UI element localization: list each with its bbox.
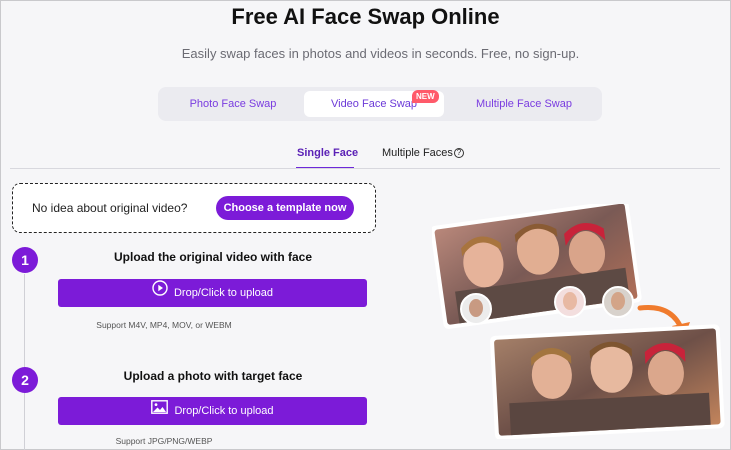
upload-video-button[interactable]: Drop/Click to upload xyxy=(58,279,367,307)
tab-photo-face-swap[interactable]: Photo Face Swap xyxy=(168,91,298,117)
choose-template-button[interactable]: Choose a template now xyxy=(216,196,354,220)
tab-multiple-faces[interactable]: Multiple Faces? xyxy=(382,147,464,159)
tab-multiple-faces-label: Multiple Faces xyxy=(382,147,453,159)
step-title-2: Upload a photo with target face xyxy=(123,369,303,383)
step-number-2: 2 xyxy=(12,367,38,393)
step-number-1: 1 xyxy=(12,247,38,273)
image-icon xyxy=(151,397,169,425)
step-title-1: Upload the original video with face xyxy=(113,250,313,264)
mode-tab-bar: Photo Face Swap Video Face Swap NEW Mult… xyxy=(158,87,602,121)
upload-video-label: Drop/Click to upload xyxy=(173,287,274,299)
play-circle-icon xyxy=(152,279,168,307)
swapped-photo-card xyxy=(490,324,725,440)
page-title: Free AI Face Swap Online xyxy=(231,4,500,29)
page-subtitle: Easily swap faces in photos and videos i… xyxy=(181,46,580,61)
tab-multiple-face-swap[interactable]: Multiple Face Swap xyxy=(454,91,594,117)
upload-photo-button[interactable]: Drop/Click to upload xyxy=(58,397,367,425)
tab-single-face[interactable]: Single Face xyxy=(297,147,358,159)
new-badge: NEW xyxy=(412,90,439,103)
help-icon[interactable]: ? xyxy=(453,148,464,158)
divider xyxy=(10,168,720,169)
video-format-support: Support M4V, MP4, MOV, or WEBM xyxy=(96,320,232,330)
photo-format-support: Support JPG/PNG/WEBP xyxy=(115,436,213,446)
upload-photo-label: Drop/Click to upload xyxy=(174,405,274,417)
template-prompt-text: No idea about original video? xyxy=(32,201,188,215)
step-connector-line xyxy=(24,274,25,450)
template-prompt-box: No idea about original video? Choose a t… xyxy=(12,183,376,233)
face-swap-preview-illustration xyxy=(430,199,727,440)
